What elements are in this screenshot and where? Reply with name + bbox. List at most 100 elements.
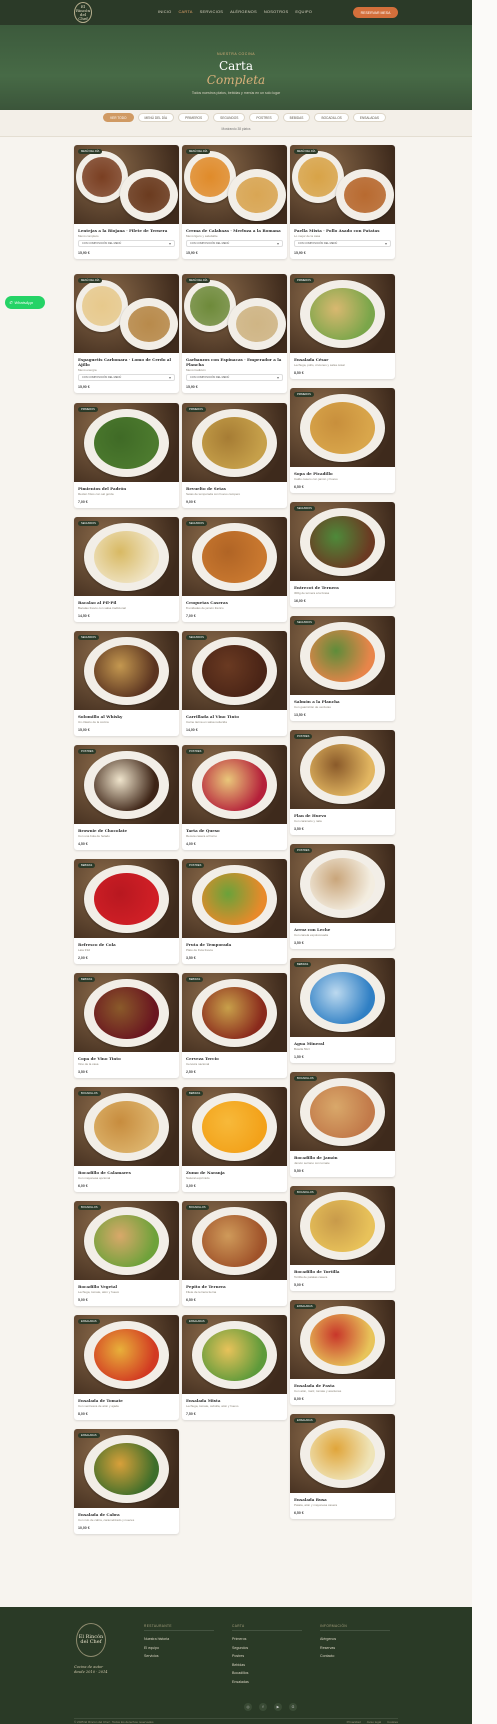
logo[interactable]: El Rincón del Chef [74,2,92,23]
menu-card[interactable]: BOCADILLOS Pepito de Ternera Filete de ter… [182,1201,287,1306]
menu-card[interactable]: BEBIDAS Cerveza Tercio Cerveza nacional 2,5… [182,973,287,1078]
filter-bar: VER TODO MENÚ DEL DÍA PRIMEROS SEGUNDOS POST… [0,110,472,137]
footer-link[interactable]: Servicios [144,1652,214,1661]
filter-chip[interactable]: POSTRES [249,113,279,122]
instagram-icon[interactable]: ◎ [244,1703,252,1711]
nav-link-alergenos[interactable]: ALÉRGENOS [230,9,257,14]
menu-card[interactable]: BEBIDAS Zumo de Naranja Natural exprimido 3… [182,1087,287,1192]
footer-link[interactable]: Reservas [320,1644,390,1653]
menu-card[interactable]: ENSALADAS Ensalada de Cabra Con rulo de ca… [74,1429,179,1534]
menu-card[interactable]: POSTRES Fruta de Temporada Plato de fruta … [182,859,287,964]
food-shape [344,177,386,213]
filter-chip[interactable]: SEGUNDOS [213,113,246,122]
google-icon[interactable]: G [289,1703,297,1711]
menu-card[interactable]: BOCADILLOS Bocadillo de Jamón Jamón serran… [290,1072,395,1177]
menu-card[interactable]: POSTRES Brownie de Chocolate Con una bola … [74,745,179,850]
menu-card[interactable]: PRIMEROS Sopa de Picadillo Caldo casero co… [290,388,395,493]
dish-photo: BOCADILLOS [74,1201,179,1280]
category-badge: ENSALADAS [294,1304,316,1309]
menu-card[interactable]: SEGUNDOS Bacalao al Pil-Pil Bacalao fresco… [74,517,179,622]
menu-card[interactable]: BOCADILLOS Bocadillo de Tortilla Tortilla … [290,1186,395,1291]
footer-link[interactable]: Nuestra historia [144,1635,214,1644]
footer-link[interactable]: Primeros [232,1635,302,1644]
footer-tagline-2: desde 2010 · 2014 [74,1670,108,1674]
footer-col-informacion: INFORMACIÓN Alérgenos Reservas Contacto [320,1624,390,1661]
dish-photo: BEBIDAS [182,1087,287,1166]
footer-link[interactable]: Ensaladas [232,1678,302,1687]
page: El Rincón del Chef INICIO CARTA SERVICIOS… [0,0,497,1724]
menu-card[interactable]: PRIMEROS Ensalada César Lechuga, pollo, cr… [290,274,395,379]
menu-card[interactable]: MENÚ DEL DÍA Garbanzos con Espinacas · Em… [182,274,287,393]
menu-card[interactable]: BOCADILLOS Bocadillo de Calamares Con mayo… [74,1087,179,1192]
menu-card[interactable]: POSTRES Tarta de Queso Receta casera al ho… [182,745,287,850]
nav-link-carta[interactable]: CARTA [178,9,192,14]
menu-composition-select[interactable]: CON COMPOSICIÓN DEL MENÚ [78,374,175,381]
menu-card[interactable]: SEGUNDOS Carrillada al Vino Tinto Carne ti… [182,631,287,736]
menu-card[interactable]: PRIMEROS Pimientos del Padrón Recién frito… [74,403,179,508]
footer-link[interactable]: Segundos [232,1644,302,1653]
dish-photo: PRIMEROS [290,388,395,467]
menu-card[interactable]: MENÚ DEL DÍA Paella Mixta · Pollo Asado c… [290,145,395,259]
cookies-link[interactable]: Cookies [387,1720,398,1724]
facebook-icon[interactable]: f [259,1703,267,1711]
footer-link[interactable]: El equipo [144,1644,214,1653]
nav-link-nosotros[interactable]: NOSOTROS [264,9,289,14]
menu-composition-select[interactable]: CON COMPOSICIÓN DEL MENÚ [78,240,175,247]
footer-link[interactable]: Alérgenos [320,1635,390,1644]
nav-link-equipo[interactable]: EQUIPO [295,9,312,14]
dish-photo: MENÚ DEL DÍA [290,145,395,224]
menu-card[interactable]: MENÚ DEL DÍA Crema de Calabaza · Merluza … [182,145,287,259]
menu-card[interactable]: MENÚ DEL DÍA Lentejas a la Riojana · File… [74,145,179,259]
dish-photo: POSTRES [74,745,179,824]
footer-col-restaurante: RESTAURANTE Nuestra historia El equipo S… [144,1624,214,1661]
food-shape [128,177,170,213]
menu-card[interactable]: BEBIDAS Copa de Vino Tinto Vino de la casa… [74,973,179,1078]
filter-chip[interactable]: BEBIDAS [282,113,311,122]
menu-card[interactable]: SEGUNDOS Entrecot de Ternera 300g de terne… [290,502,395,607]
menu-card[interactable]: BEBIDAS Refresco de Cola Lata 33cl 2,00 € [74,859,179,964]
card-body: Carrillada al Vino Tinto Carne tierna en … [182,710,287,736]
filter-chip[interactable]: PRIMEROS [178,113,210,122]
menu-card[interactable]: MENÚ DEL DÍA Espaguetis Carbonara · Lomo … [74,274,179,393]
filter-chip[interactable]: VER TODO [103,113,134,122]
whatsapp-button[interactable]: ✆ WhatsApp [5,296,45,309]
menu-card[interactable]: BEBIDAS Agua Mineral Botella 50cl 1,50 € [290,958,395,1063]
food-shape [202,873,267,925]
footer-link[interactable]: Bocadillos [232,1669,302,1678]
menu-card[interactable]: ENSALADAS Ensalada de Pasta Con atún, maíz… [290,1300,395,1405]
nav-link-inicio[interactable]: INICIO [158,9,171,14]
privacy-link[interactable]: Privacidad [347,1720,361,1724]
dish-description: Natural exprimido [186,1176,210,1180]
nav-link-servicios[interactable]: SERVICIOS [200,9,224,14]
filter-chip[interactable]: MENÚ DEL DÍA [137,113,175,122]
menu-card[interactable]: ENSALADAS Ensalada Mixta Lechuga, tomate, … [182,1315,287,1420]
category-badge: BOCADILLOS [294,1076,317,1081]
menu-card[interactable]: BOCADILLOS Bocadillo Vegetal Lechuga, toma… [74,1201,179,1306]
card-body: Flan de Huevo Con caramelo y nata 3,50 € [290,809,395,835]
menu-card[interactable]: SEGUNDOS Solomillo al Whisky Un clásico de… [74,631,179,736]
footer-logo[interactable]: El Rincón del Chef [76,1623,106,1657]
filter-chip[interactable]: ENSALADAS [352,113,386,122]
card-body: Arroz con Leche Con canela espolvoreada 3,… [290,923,395,949]
footer-link[interactable]: Bebidas [232,1661,302,1670]
reserve-button[interactable]: RESERVAR MESA [353,7,398,18]
legal-notice-link[interactable]: Aviso legal [367,1720,381,1724]
dish-title: Bocadillo de Jamón [294,1155,338,1160]
menu-card[interactable]: ENSALADAS Ensalada de Tomate Con ventresca… [74,1315,179,1420]
filter-chip[interactable]: BOCADILLOS [314,113,349,122]
menu-card[interactable]: POSTRES Arroz con Leche Con canela espolvo… [290,844,395,949]
footer-link[interactable]: Postres [232,1652,302,1661]
menu-card[interactable]: SEGUNDOS Salmón a la Plancha Con guarnició… [290,616,395,721]
menu-composition-select[interactable]: CON COMPOSICIÓN DEL MENÚ [294,240,391,247]
dish-title: Copa de Vino Tinto [78,1056,121,1061]
dish-description: Con mayonesa opcional [78,1176,111,1180]
menu-card[interactable]: POSTRES Flan de Huevo Con caramelo y nata 3… [290,730,395,835]
menu-composition-select[interactable]: CON COMPOSICIÓN DEL MENÚ [186,240,283,247]
menu-card[interactable]: PRIMEROS Revuelto de Setas Setas de tempor… [182,403,287,508]
dish-description: Bacalao fresco con salsa tradicional [78,606,126,610]
youtube-icon[interactable]: ▶ [274,1703,282,1711]
footer-link[interactable]: Contacto [320,1652,390,1661]
menu-card[interactable]: SEGUNDOS Croquetas Caseras 8 unidades de j… [182,517,287,622]
menu-card[interactable]: ENSALADAS Ensalada Rusa Patata, atún y may… [290,1414,395,1519]
menu-composition-select[interactable]: CON COMPOSICIÓN DEL MENÚ [186,374,283,381]
